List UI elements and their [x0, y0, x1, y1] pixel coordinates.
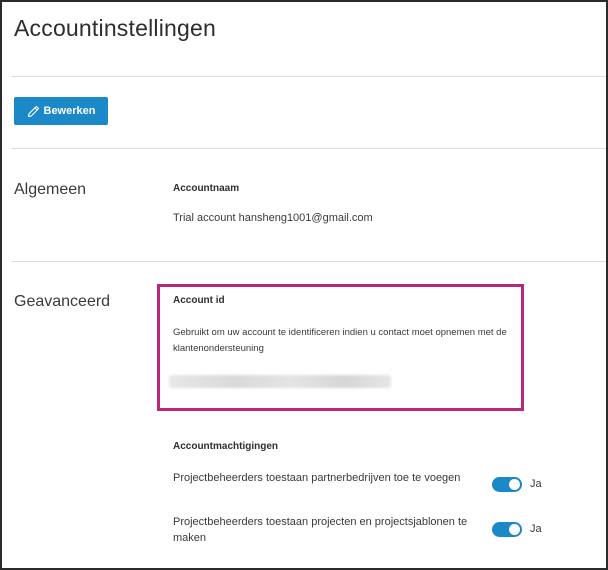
permission-create-projects-text: Projectbeheerders toestaan projecten en … [173, 516, 468, 544]
permission-create-projects-toggle[interactable] [492, 522, 522, 537]
page-title: Accountinstellingen [14, 15, 216, 41]
general-divider [12, 261, 606, 262]
permission-create-projects-state: Ja [530, 523, 542, 535]
permission-partner-companies-state: Ja [530, 478, 542, 490]
permissions-heading: Accountmachtigingen [173, 441, 279, 452]
section-advanced-label: Geavanceerd [14, 293, 111, 310]
toggle-knob [509, 524, 520, 535]
permission-partner-companies-toggle[interactable] [492, 477, 522, 492]
section-general-label: Algemeen [14, 181, 87, 198]
account-name-label: Accountnaam [173, 183, 240, 194]
account-name-value: Trial account hansheng1001@gmail.com [173, 212, 373, 224]
account-id-highlight-box [157, 284, 524, 411]
edit-button[interactable]: Bewerken [14, 97, 108, 125]
pencil-icon [27, 105, 39, 117]
permission-partner-companies-text: Projectbeheerders toestaan partnerbedrij… [173, 472, 461, 484]
settings-window: Accountinstellingen Bewerken Algemeen Ac… [0, 0, 608, 570]
toolbar-divider [12, 148, 606, 149]
toggle-knob [509, 479, 520, 490]
edit-button-label: Bewerken [43, 105, 96, 117]
header-divider [12, 76, 606, 77]
